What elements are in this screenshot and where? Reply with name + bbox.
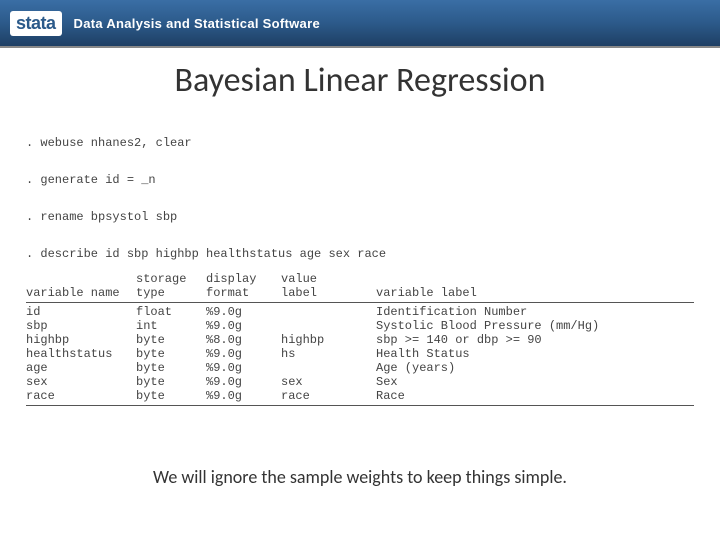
col-varlabel: variable label: [376, 286, 694, 300]
header-row-1: storage display value: [26, 272, 694, 286]
cell: byte: [136, 361, 206, 375]
col-storage: storage: [136, 272, 206, 286]
col-format: format: [206, 286, 281, 300]
col-type: type: [136, 286, 206, 300]
cell: sbp: [26, 319, 136, 333]
describe-body: idfloat%9.0gIdentification Numbersbpint%…: [0, 305, 720, 403]
cell: Identification Number: [376, 305, 694, 319]
cell: %9.0g: [206, 375, 281, 389]
footer-note: We will ignore the sample weights to kee…: [0, 466, 720, 488]
cell: byte: [136, 375, 206, 389]
cell: sbp >= 140 or dbp >= 90: [376, 333, 694, 347]
slide-title: Bayesian Linear Regression: [0, 60, 720, 101]
cell: Health Status: [376, 347, 694, 361]
cell: byte: [136, 347, 206, 361]
cell: %9.0g: [206, 305, 281, 319]
cell: Systolic Blood Pressure (mm/Hg): [376, 319, 694, 333]
cmd-line: . rename bpsystol sbp: [26, 210, 177, 224]
cell: byte: [136, 333, 206, 347]
cell: [281, 319, 376, 333]
cell: %9.0g: [206, 389, 281, 403]
col-value: value: [281, 272, 376, 286]
table-row: racebyte%9.0graceRace: [26, 389, 694, 403]
cell: byte: [136, 389, 206, 403]
cell: float: [136, 305, 206, 319]
tagline: Data Analysis and Statistical Software: [74, 16, 320, 31]
table-row: sexbyte%9.0gsexSex: [26, 375, 694, 389]
cell: %9.0g: [206, 347, 281, 361]
cell: Sex: [376, 375, 694, 389]
app-header: stata Data Analysis and Statistical Soft…: [0, 0, 720, 48]
table-row: highbpbyte%8.0ghighbpsbp >= 140 or dbp >…: [26, 333, 694, 347]
cell: age: [26, 361, 136, 375]
cell: race: [26, 389, 136, 403]
describe-output: storage display value variable name type…: [0, 272, 720, 300]
header-row-2: variable name type format label variable…: [26, 286, 694, 300]
cell: healthstatus: [26, 347, 136, 361]
col-display: display: [206, 272, 281, 286]
cell: int: [136, 319, 206, 333]
cell: [281, 305, 376, 319]
cell: highbp: [26, 333, 136, 347]
col-label: label: [281, 286, 376, 300]
cell: Age (years): [376, 361, 694, 375]
logo-text: stata: [16, 13, 56, 34]
stata-logo: stata: [10, 11, 62, 36]
cell: sex: [281, 375, 376, 389]
cell: sex: [26, 375, 136, 389]
cell: Race: [376, 389, 694, 403]
cmd-line: . webuse nhanes2, clear: [26, 136, 192, 150]
cell: %9.0g: [206, 361, 281, 375]
table-row: idfloat%9.0g Identification Number: [26, 305, 694, 319]
command-log: . webuse nhanes2, clear . generate id = …: [0, 115, 720, 264]
rule-line: [26, 405, 694, 406]
col-name: variable name: [26, 286, 136, 300]
table-row: sbpint%9.0g Systolic Blood Pressure (mm/H…: [26, 319, 694, 333]
cmd-line: . describe id sbp highbp healthstatus ag…: [26, 247, 386, 261]
cmd-line: . generate id = _n: [26, 173, 156, 187]
table-row: agebyte%9.0g Age (years): [26, 361, 694, 375]
cell: highbp: [281, 333, 376, 347]
table-row: healthstatusbyte%9.0ghsHealth Status: [26, 347, 694, 361]
cell: %8.0g: [206, 333, 281, 347]
cell: race: [281, 389, 376, 403]
cell: hs: [281, 347, 376, 361]
cell: [281, 361, 376, 375]
cell: id: [26, 305, 136, 319]
cell: %9.0g: [206, 319, 281, 333]
rule-line: [26, 302, 694, 303]
